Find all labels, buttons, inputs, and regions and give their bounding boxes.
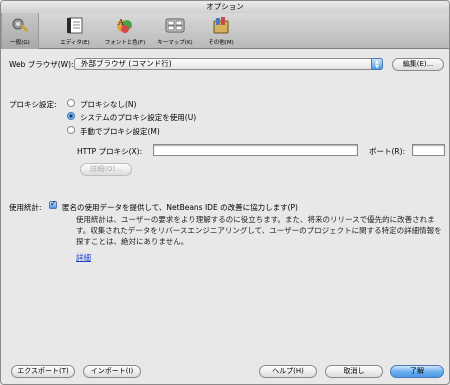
import-button[interactable]: インポート(I)	[83, 365, 141, 378]
radio-system-proxy[interactable]	[67, 112, 75, 120]
radio-no-proxy-label: プロキシなし(N)	[80, 100, 137, 109]
export-button[interactable]: エクスポート(T)	[11, 365, 75, 378]
tab-fonts-colors[interactable]: A フォントと色(F)	[101, 13, 149, 49]
web-browser-select[interactable]: 外部ブラウザ (コマンド行) ▲ ▼	[74, 58, 383, 70]
tab-keymap[interactable]: キーマップ(K)	[153, 13, 197, 49]
tab-label: 一般(G)	[10, 40, 30, 46]
port-field[interactable]	[412, 144, 445, 156]
tab-label: その他(M)	[208, 40, 234, 46]
window-title: オプション	[206, 2, 244, 11]
proxy-details-button[interactable]: 詳細(O)...	[80, 163, 132, 176]
proxy-settings-label: プロキシ設定:	[9, 100, 57, 109]
tab-editor[interactable]: エディタ(E)	[53, 13, 97, 49]
cancel-button[interactable]: 取消し	[325, 365, 383, 378]
tab-label: キーマップ(K)	[157, 40, 193, 46]
title-bar: オプション	[1, 1, 449, 13]
usage-stats-checkbox[interactable]	[49, 199, 57, 209]
usage-stats-description: 使用統計は、ユーザーの要求をより理解するのに役立ちます。また、将来のリリースで優…	[76, 215, 442, 246]
ok-button[interactable]: 了解	[390, 365, 444, 378]
select-arrows-icon: ▲ ▼	[371, 58, 383, 70]
tab-general[interactable]: 一般(G)	[1, 13, 39, 49]
radio-system-proxy-label: システムのプロキシ設定を使用(U)	[80, 113, 197, 122]
tab-misc[interactable]: その他(M)	[201, 13, 241, 49]
editor-icon	[67, 17, 83, 34]
usage-stats-checkbox-label: 匿名の使用データを提供して、NetBeans IDE の改善に協力します(P)	[62, 203, 298, 212]
misc-icon	[213, 17, 229, 34]
usage-stats-label: 使用統計:	[9, 203, 42, 212]
fonts-colors-icon: A	[117, 18, 132, 33]
radio-no-proxy[interactable]	[67, 99, 75, 107]
http-proxy-label: HTTP プロキシ(X):	[77, 147, 143, 156]
category-toolbar: 一般(G) エディタ(E) A フォントと色(F) キーマップ(K) その他(M…	[1, 13, 449, 49]
http-proxy-field[interactable]	[153, 144, 358, 156]
tab-label: エディタ(E)	[60, 40, 90, 46]
gear-tools-icon	[12, 18, 29, 33]
options-window: オプション 一般(G) エディタ(E) A フォントと色(F) キーマップ(K)…	[0, 0, 450, 385]
edit-browser-button[interactable]: 編集(E)...	[392, 58, 444, 71]
tab-label: フォントと色(F)	[104, 40, 146, 46]
details-link[interactable]: 詳細	[76, 252, 91, 263]
radio-manual-proxy[interactable]	[67, 126, 75, 134]
radio-manual-proxy-label: 手動でプロキシ設定(M)	[80, 127, 160, 136]
web-browser-value: 外部ブラウザ (コマンド行)	[81, 59, 172, 68]
help-button[interactable]: ヘルプ(H)	[259, 365, 317, 378]
port-label: ポート(R):	[369, 147, 406, 156]
svg-text:A: A	[117, 18, 124, 27]
keymap-icon	[165, 18, 185, 33]
web-browser-label: Web ブラウザ(W):	[9, 60, 74, 69]
